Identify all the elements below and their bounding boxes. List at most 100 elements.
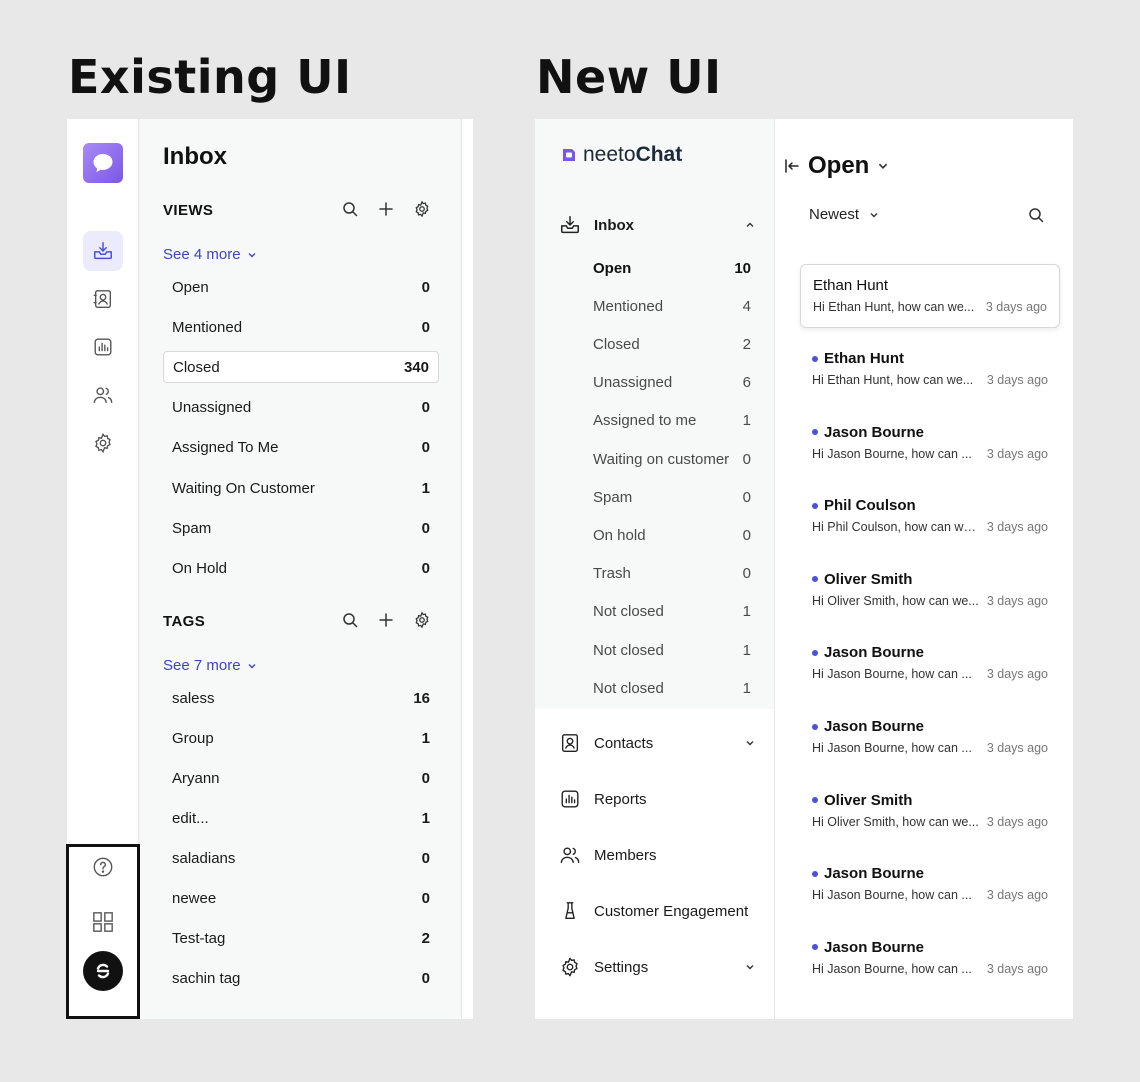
inbox-sub-item-count: 0 [742, 526, 751, 544]
inbox-sub-item[interactable]: Open 10 [593, 256, 751, 280]
nav-item[interactable]: Contacts [558, 728, 758, 758]
members-icon[interactable] [83, 375, 123, 415]
timestamp: 3 days ago [986, 520, 1048, 535]
views-see-more-link[interactable]: See 4 more [163, 246, 257, 263]
list-title-text: Open [808, 152, 870, 179]
see-more-label: See 7 more [163, 657, 241, 674]
contacts-icon[interactable] [83, 279, 123, 319]
conversation-item[interactable]: Phil Coulson Hi Phil Coulson, how can we.… [800, 485, 1060, 549]
conversation-item[interactable]: Ethan Hunt Hi Ethan Hunt, how can we... 3 … [800, 338, 1060, 402]
inbox-sub-item[interactable]: Waiting on customer 0 [593, 447, 751, 471]
view-item-label: Assigned To Me [172, 439, 279, 457]
conversation-item[interactable]: Ethan Hunt Hi Ethan Hunt, how can we... 3 … [800, 264, 1060, 328]
tag-item[interactable]: sachin tag 0 [163, 963, 439, 995]
view-item[interactable]: Closed 340 [163, 351, 439, 384]
unread-dot-icon [812, 870, 818, 877]
tag-item-count: 0 [421, 970, 430, 988]
inbox-sub-item[interactable]: Mentioned 4 [593, 294, 751, 318]
app-logo-icon[interactable] [83, 143, 123, 183]
inbox-sub-item[interactable]: Unassigned 6 [593, 371, 751, 395]
timestamp: 3 days ago [986, 373, 1048, 387]
nav-item-label: Customer Engagement [594, 902, 749, 920]
conversation-meta: Hi Oliver Smith, how can we... 3 days ago [812, 815, 1048, 829]
inbox-sub-item[interactable]: Assigned to me 1 [593, 409, 751, 433]
tag-item[interactable]: Group 1 [163, 722, 439, 754]
view-item[interactable]: On Hold 0 [163, 552, 439, 584]
conversation-meta: Hi Jason Bourne, how can ... 3 days ago [812, 667, 1048, 681]
sort-label: Newest [809, 206, 860, 223]
tag-item[interactable]: saless 16 [163, 682, 439, 714]
conversation-item[interactable]: Jason Bourne Hi Jason Bourne, how can ...… [800, 412, 1060, 476]
tag-item[interactable]: edit... 1 [163, 802, 439, 834]
tag-item[interactable]: Test-tag 2 [163, 923, 439, 955]
inbox-sub-item-label: Not closed [593, 679, 664, 697]
search-icon[interactable] [340, 610, 360, 630]
message-preview: Hi Jason Bourne, how can ... [812, 961, 972, 976]
inbox-icon[interactable] [83, 231, 123, 271]
inbox-sub-item-count: 0 [742, 450, 751, 468]
nav-item[interactable]: Members [558, 840, 758, 870]
flask-icon [558, 899, 582, 923]
tag-item[interactable]: Aryann 0 [163, 762, 439, 794]
inbox-icon [558, 213, 582, 237]
inbox-sub-item-count: 1 [742, 603, 751, 621]
view-item[interactable]: Waiting On Customer 1 [163, 472, 439, 504]
apps-grid-icon[interactable] [83, 902, 123, 942]
nav-item-inbox[interactable]: Inbox [558, 210, 758, 240]
avatar[interactable] [83, 951, 123, 991]
conversation-item[interactable]: Oliver Smith Hi Oliver Smith, how can we.… [800, 780, 1060, 844]
view-item[interactable]: Spam 0 [163, 512, 439, 544]
inbox-sub-item[interactable]: Trash 0 [593, 562, 751, 586]
brand-logo[interactable]: neetoChat [561, 143, 682, 167]
view-item[interactable]: Open 0 [163, 271, 439, 303]
add-icon[interactable] [376, 610, 396, 630]
message-preview: Hi Ethan Hunt, how can we... [812, 373, 974, 387]
conversation-item[interactable]: Jason Bourne Hi Jason Bourne, how can ...… [800, 927, 1060, 991]
nav-item[interactable]: Settings [558, 952, 758, 982]
help-icon[interactable] [83, 847, 123, 887]
conversation-item[interactable]: Jason Bourne Hi Jason Bourne, how can ...… [800, 632, 1060, 696]
search-icon[interactable] [340, 199, 360, 219]
tags-see-more-link[interactable]: See 7 more [163, 657, 257, 674]
chevron-up-icon[interactable] [742, 217, 758, 233]
tag-item[interactable]: saladians 0 [163, 842, 439, 874]
add-icon[interactable] [376, 199, 396, 219]
nav-item[interactable]: Customer Engagement [558, 896, 758, 926]
settings-icon [558, 955, 582, 979]
conversation-item[interactable]: Jason Bourne Hi Jason Bourne, how can ...… [800, 706, 1060, 770]
gear-icon[interactable] [412, 199, 432, 219]
gear-icon[interactable] [412, 610, 432, 630]
tag-item-count: 0 [421, 849, 430, 867]
conversation-meta: Hi Ethan Hunt, how can we... 3 days ago [813, 300, 1047, 314]
inbox-sub-item[interactable]: On hold 0 [593, 523, 751, 547]
conversation-item[interactable]: Jason Bourne Hi Jason Bourne, how can ...… [800, 853, 1060, 917]
tag-item-count: 2 [421, 930, 430, 948]
nav-item[interactable]: Reports [558, 784, 758, 814]
conversation-item[interactable]: Oliver Smith Hi Oliver Smith, how can we.… [800, 559, 1060, 623]
inbox-sub-item[interactable]: Closed 2 [593, 332, 751, 356]
tag-item-label: Group [172, 729, 214, 747]
settings-icon[interactable] [83, 423, 123, 463]
brand-prefix: neeto [583, 143, 636, 166]
tag-item-count: 0 [421, 890, 430, 907]
members-icon [558, 843, 582, 867]
sort-dropdown[interactable]: Newest [809, 206, 879, 223]
reports-icon[interactable] [83, 327, 123, 367]
inbox-sub-item[interactable]: Not closed 1 [593, 600, 751, 624]
message-preview: Hi Phil Coulson, how can we... [812, 520, 980, 535]
inbox-sub-item-count: 1 [742, 679, 751, 697]
view-item[interactable]: Assigned To Me 0 [163, 432, 439, 464]
search-icon[interactable] [1028, 207, 1044, 228]
chevron-down-icon[interactable] [742, 959, 758, 975]
inbox-sub-item[interactable]: Not closed 1 [593, 676, 751, 700]
view-item[interactable]: Unassigned 0 [163, 392, 439, 424]
unread-dot-icon [812, 944, 818, 951]
contact-name: Jason Bourne [824, 423, 925, 441]
view-item[interactable]: Mentioned 0 [163, 311, 439, 343]
nav-item-label: Members [594, 846, 657, 864]
chevron-down-icon[interactable] [742, 735, 758, 751]
inbox-sub-item[interactable]: Not closed 1 [593, 638, 751, 662]
tag-item[interactable]: newee 0 [163, 883, 439, 915]
inbox-sub-item[interactable]: Spam 0 [593, 485, 751, 509]
unread-dot-icon [812, 649, 818, 656]
